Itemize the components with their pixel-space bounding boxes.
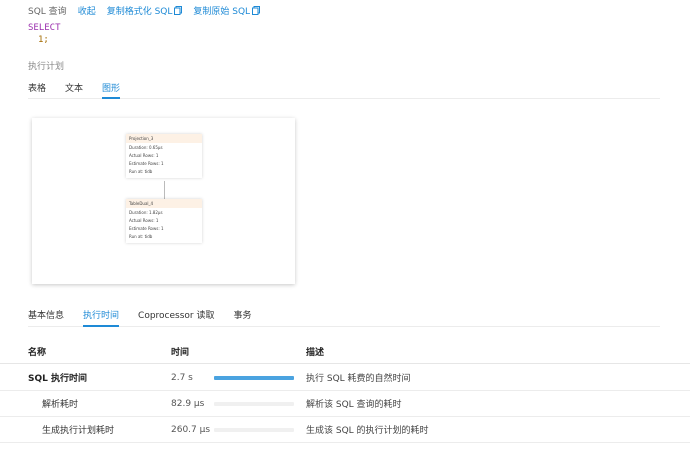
copy-icon — [252, 5, 261, 15]
plan-node-actual-rows: Actual Rows: 1 — [129, 153, 159, 158]
plan-node-name: TableDual_4 — [126, 199, 202, 208]
row-time: 2.7 s — [171, 372, 193, 383]
plan-node-estimate-rows: Estimate Rows: 1 — [129, 161, 164, 166]
column-header-name: 名称 — [28, 348, 47, 358]
row-time-bar — [214, 391, 294, 416]
tab-graph[interactable]: 图形 — [102, 76, 121, 99]
sql-query-label: SQL 查询 — [28, 6, 67, 17]
row-name: SQL 执行时间 — [28, 374, 88, 384]
plan-node-estimate-rows: Estimate Rows: 1 — [129, 226, 164, 231]
plan-node-run-at: Run at: tidb — [129, 169, 153, 174]
row-desc: 执行 SQL 耗费的自然时间 — [306, 374, 411, 384]
plan-node-duration: Duration: 0.65µs — [129, 145, 163, 150]
sql-header-bar: SQL 查询 收起 复制格式化 SQL 复制原始 SQL — [28, 3, 261, 17]
tab-transaction[interactable]: 事务 — [233, 303, 251, 326]
row-time: 260.7 µs — [171, 424, 211, 435]
tab-execution-time[interactable]: 执行时间 — [83, 303, 120, 327]
plan-graph[interactable]: Projection_3 Duration: 0.65µs Actual Row… — [32, 118, 295, 284]
row-time: 82.9 µs — [171, 398, 205, 409]
column-header-time: 时间 — [171, 348, 190, 358]
row-time-bar — [214, 365, 294, 390]
collapse-link[interactable]: 收起 — [78, 4, 96, 17]
tab-text[interactable]: 文本 — [65, 76, 83, 98]
plan-edge — [164, 181, 165, 199]
copy-formatted-sql-label: 复制格式化 SQL — [106, 6, 173, 17]
copy-formatted-sql-link[interactable]: 复制格式化 SQL — [107, 4, 183, 17]
row-desc: 解析该 SQL 查询的耗时 — [306, 400, 402, 410]
plan-section-title: 执行计划 — [28, 62, 65, 72]
plan-node-projection[interactable]: Projection_3 Duration: 0.65µs Actual Row… — [126, 134, 202, 178]
row-time-bar — [214, 417, 294, 442]
plan-node-actual-rows: Actual Rows: 1 — [129, 218, 159, 223]
copy-raw-sql-label: 复制原始 SQL — [193, 6, 251, 17]
plan-node-run-at: Run at: tidb — [129, 234, 153, 239]
copy-raw-sql-link[interactable]: 复制原始 SQL — [193, 4, 261, 17]
plan-node-tabledual[interactable]: TableDual_4 Duration: 1.82µs Actual Rows… — [126, 199, 202, 243]
copy-icon — [174, 5, 183, 15]
detail-tabs: 基本信息 执行时间 Coprocessor 读取 事务 — [28, 303, 660, 327]
sql-code-block: SELECT 1; — [28, 22, 61, 46]
plan-node-duration: Duration: 1.82µs — [129, 210, 163, 215]
table-row: 解析耗时 82.9 µs 解析该 SQL 查询的耗时 — [0, 391, 690, 417]
column-header-desc: 描述 — [306, 348, 325, 358]
tab-table[interactable]: 表格 — [28, 76, 46, 98]
row-name: 生成执行计划耗时 — [42, 426, 115, 436]
plan-tabs: 表格 文本 图形 — [28, 76, 660, 99]
table-header: 名称 时间 描述 — [0, 340, 690, 364]
row-desc: 生成该 SQL 的执行计划的耗时 — [306, 426, 429, 436]
table-row: 生成执行计划耗时 260.7 µs 生成该 SQL 的执行计划的耗时 — [0, 417, 690, 443]
sql-keyword: SELECT — [28, 23, 61, 33]
row-name: 解析耗时 — [42, 400, 79, 410]
sql-value: 1; — [38, 35, 49, 45]
plan-node-name: Projection_3 — [126, 134, 202, 143]
tab-coprocessor-read[interactable]: Coprocessor 读取 — [138, 303, 214, 326]
tab-basic-info[interactable]: 基本信息 — [28, 303, 64, 326]
table-row: SQL 执行时间 2.7 s 执行 SQL 耗费的自然时间 — [0, 365, 690, 391]
